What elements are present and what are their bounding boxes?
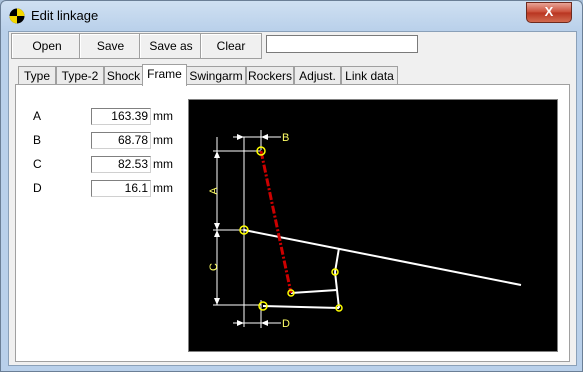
shock-absorber-line	[259, 150, 293, 294]
param-c-label: C	[33, 157, 42, 171]
param-d-unit: mm	[153, 181, 173, 195]
pull-rod-link	[262, 305, 340, 309]
param-b-input[interactable]: 68.78	[91, 132, 151, 149]
title-bar: Edit linkage X	[1, 1, 582, 31]
linkage-name-input[interactable]	[266, 35, 418, 53]
dim-label-b: B	[282, 132, 289, 144]
open-button[interactable]: Open	[11, 33, 83, 59]
c-top-arrow	[214, 230, 220, 237]
param-a-label: A	[33, 109, 42, 123]
frame-tab-panel: A 163.39 mm B 68.78 mm C 82.53 mm D 16.1…	[15, 84, 570, 362]
c-bottom-arrow	[214, 298, 220, 305]
tab-swingarm[interactable]: Swingarm	[186, 66, 246, 85]
d-left-arrow	[237, 320, 244, 326]
dim-label-c: C	[208, 263, 220, 271]
tab-frame[interactable]: Frame	[142, 64, 187, 86]
edit-linkage-window: Edit linkage X Open Save Save as Clear T…	[0, 0, 583, 372]
param-b-label: B	[33, 133, 42, 147]
dim-label-a: A	[208, 187, 220, 195]
app-icon	[9, 8, 25, 24]
param-c-input[interactable]: 82.53	[91, 156, 151, 173]
tab-type-2[interactable]: Type-2	[56, 66, 104, 85]
param-a-input[interactable]: 163.39	[91, 108, 151, 125]
clear-button[interactable]: Clear	[200, 33, 262, 59]
tab-link-data[interactable]: Link data	[341, 66, 398, 85]
shock-to-rocker-link	[290, 289, 338, 294]
linkage-diagram: A C B D	[188, 99, 558, 352]
dim-label-d: D	[282, 318, 290, 330]
param-d-label: D	[33, 181, 42, 195]
window-title: Edit linkage	[31, 8, 99, 23]
d-right-arrow	[261, 320, 268, 326]
b-left-arrow	[237, 134, 244, 140]
param-c-unit: mm	[153, 157, 173, 171]
b-right-arrow	[261, 134, 268, 140]
tab-adjust[interactable]: Adjust.	[294, 66, 341, 85]
a-top-arrow	[214, 151, 220, 158]
tab-shock[interactable]: Shock	[104, 66, 143, 85]
close-icon: X	[544, 4, 554, 19]
save-button[interactable]: Save	[79, 33, 142, 59]
param-a-unit: mm	[153, 109, 173, 123]
dialog-body: Open Save Save as Clear Type Type-2 Shoc…	[8, 31, 577, 366]
tab-type[interactable]: Type	[18, 66, 56, 85]
param-d-input[interactable]: 16.1	[91, 180, 151, 197]
param-b-unit: mm	[153, 133, 173, 147]
linkage-diagram-svg: A C B D	[208, 130, 522, 330]
swingarm-line	[243, 229, 522, 286]
close-button[interactable]: X	[526, 2, 572, 23]
save-as-button[interactable]: Save as	[139, 33, 203, 59]
a-bottom-arrow	[214, 223, 220, 230]
tab-rockers[interactable]: Rockers	[246, 66, 294, 85]
